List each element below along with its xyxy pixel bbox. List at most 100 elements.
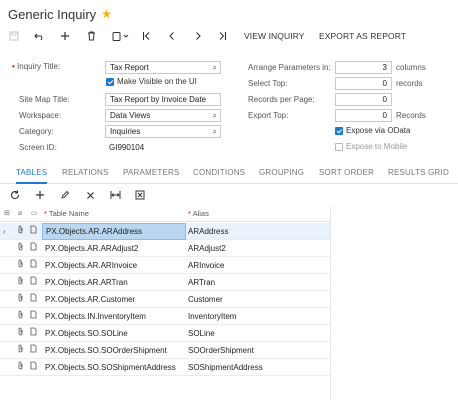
first-icon[interactable]	[140, 26, 152, 46]
export-excel-icon[interactable]	[133, 186, 147, 204]
alias-cell[interactable]: ARInvoice	[188, 257, 224, 274]
records-per-page-field[interactable]: 0	[335, 93, 392, 106]
save-icon[interactable]	[8, 26, 20, 46]
attachment-icon[interactable]	[17, 291, 24, 308]
tab-sort-order[interactable]: SORT ORDER	[319, 164, 374, 184]
note-icon[interactable]	[30, 240, 37, 257]
alias-cell[interactable]: ARAdjust2	[188, 240, 226, 257]
tab-results-grid[interactable]: RESULTS GRID	[388, 164, 449, 184]
note-icon[interactable]	[30, 308, 37, 325]
select-top-field[interactable]: 0	[335, 77, 392, 90]
table-row[interactable]: PX.Objects.AR.ARInvoice ARInvoice	[0, 257, 330, 274]
table-name-cell[interactable]: PX.Objects.IN.InventoryItem	[42, 308, 186, 325]
tab-parameters[interactable]: PARAMETERS	[123, 164, 180, 184]
make-visible-checkbox[interactable]	[106, 78, 114, 86]
grid-settings-icon[interactable]: ⊞	[4, 206, 10, 222]
prev-icon[interactable]	[166, 26, 178, 46]
tab-grouping[interactable]: GROUPING	[259, 164, 304, 184]
export-top-field[interactable]: 0	[335, 109, 392, 122]
attachment-icon[interactable]	[17, 308, 24, 325]
table-name-cell[interactable]: PX.Objects.AR.Customer	[42, 291, 186, 308]
add-row-icon[interactable]	[33, 186, 47, 204]
table-row[interactable]: PX.Objects.SO.SOOrderShipment SOOrderShip…	[0, 342, 330, 359]
delete-icon[interactable]	[84, 26, 98, 46]
attachment-icon[interactable]	[17, 223, 24, 240]
table-row[interactable]: PX.Objects.SO.SOLine SOLine	[0, 325, 330, 342]
column-header-table-name-text: Table Name	[48, 209, 89, 218]
screen-id-label: Screen ID:	[19, 143, 57, 152]
select-top-unit: records	[396, 79, 423, 88]
arrange-parameters-label: Arrange Parameters in:	[248, 63, 331, 72]
search-icon[interactable]: ⌕	[213, 110, 217, 121]
attachment-icon[interactable]	[17, 257, 24, 274]
tab-tables[interactable]: TABLES	[16, 164, 48, 184]
delete-row-icon[interactable]	[83, 186, 97, 204]
view-inquiry-button[interactable]: VIEW INQUIRY	[244, 26, 305, 46]
alias-cell[interactable]: ARAddress	[188, 223, 228, 240]
table-name-cell[interactable]: PX.Objects.AR.ARInvoice	[42, 257, 186, 274]
attachment-icon[interactable]	[17, 274, 24, 291]
category-label: Category:	[19, 127, 54, 136]
select-top-label: Select Top:	[248, 79, 288, 88]
alias-cell[interactable]: InventoryItem	[188, 308, 236, 325]
alias-cell[interactable]: Customer	[188, 291, 223, 308]
export-top-label: Export Top:	[248, 111, 289, 120]
table-row[interactable]: PX.Objects.AR.ARTran ARTran	[0, 274, 330, 291]
undo-icon[interactable]	[32, 26, 46, 46]
table-row[interactable]: PX.Objects.AR.ARAdjust2 ARAdjust2	[0, 240, 330, 257]
tab-relations[interactable]: RELATIONS	[62, 164, 109, 184]
category-field[interactable]: Inquiries ⌕	[105, 125, 221, 138]
table-name-cell[interactable]: PX.Objects.SO.SOLine	[42, 325, 186, 342]
expose-mobile-checkbox[interactable]	[335, 143, 343, 151]
table-row[interactable]: PX.Objects.AR.Customer Customer	[0, 291, 330, 308]
alias-cell[interactable]: SOShipmentAddress	[188, 359, 263, 376]
note-icon[interactable]	[30, 223, 37, 240]
table-row[interactable]: PX.Objects.SO.SOShipmentAddress SOShipmen…	[0, 359, 330, 376]
inquiry-title-field[interactable]: Tax Report ⌕	[105, 61, 221, 74]
attachment-icon[interactable]	[17, 342, 24, 359]
refresh-icon[interactable]	[8, 186, 22, 204]
title-bar: Generic Inquiry ★	[8, 6, 112, 22]
note-icon[interactable]	[30, 342, 37, 359]
tab-bar: TABLES RELATIONS PARAMETERS CONDITIONS G…	[0, 164, 458, 184]
export-top-unit: Records	[396, 111, 426, 120]
search-icon[interactable]: ⌕	[213, 62, 217, 73]
favorite-star-icon[interactable]: ★	[101, 7, 112, 21]
note-icon[interactable]	[30, 325, 37, 342]
records-per-page-label: Records per Page:	[248, 95, 315, 104]
expose-odata-checkbox[interactable]	[335, 127, 343, 135]
fit-columns-icon[interactable]	[108, 186, 122, 204]
edit-icon[interactable]	[58, 186, 72, 204]
column-header-table-name[interactable]: * Table Name	[44, 206, 89, 222]
table-row[interactable]: › PX.Objects.AR.ARAddress ARAddress	[0, 223, 330, 240]
last-icon[interactable]	[216, 26, 228, 46]
table-name-cell[interactable]: PX.Objects.AR.ARAdjust2	[42, 240, 186, 257]
alias-cell[interactable]: ARTran	[188, 274, 215, 291]
table-row[interactable]: PX.Objects.IN.InventoryItem InventoryItem	[0, 308, 330, 325]
grid-border	[330, 206, 331, 400]
table-name-cell[interactable]: PX.Objects.SO.SOShipmentAddress	[42, 359, 186, 376]
alias-cell[interactable]: SOOrderShipment	[188, 342, 254, 359]
site-map-title-value: Tax Report by Invoice Date	[110, 95, 207, 104]
tab-conditions[interactable]: CONDITIONS	[193, 164, 245, 184]
add-icon[interactable]	[58, 26, 72, 46]
arrange-parameters-field[interactable]: 3	[335, 61, 392, 74]
note-icon[interactable]	[30, 274, 37, 291]
note-icon[interactable]	[30, 359, 37, 376]
attachment-icon[interactable]	[17, 359, 24, 376]
workspace-field[interactable]: Data Views ⌕	[105, 109, 221, 122]
attachment-icon[interactable]	[17, 325, 24, 342]
copy-paste-icon[interactable]	[110, 26, 132, 46]
note-icon[interactable]	[30, 291, 37, 308]
attachment-icon[interactable]	[17, 240, 24, 257]
note-icon[interactable]	[30, 257, 37, 274]
search-icon[interactable]: ⌕	[213, 126, 217, 137]
table-name-cell[interactable]: PX.Objects.AR.ARAddress	[42, 223, 186, 240]
alias-cell[interactable]: SOLine	[188, 325, 215, 342]
next-icon[interactable]	[192, 26, 204, 46]
table-name-cell[interactable]: PX.Objects.AR.ARTran	[42, 274, 186, 291]
table-name-cell[interactable]: PX.Objects.SO.SOOrderShipment	[42, 342, 186, 359]
export-as-report-button[interactable]: EXPORT AS REPORT	[319, 26, 406, 46]
site-map-title-field[interactable]: Tax Report by Invoice Date	[105, 93, 221, 106]
column-header-alias[interactable]: * Alias	[188, 206, 209, 222]
